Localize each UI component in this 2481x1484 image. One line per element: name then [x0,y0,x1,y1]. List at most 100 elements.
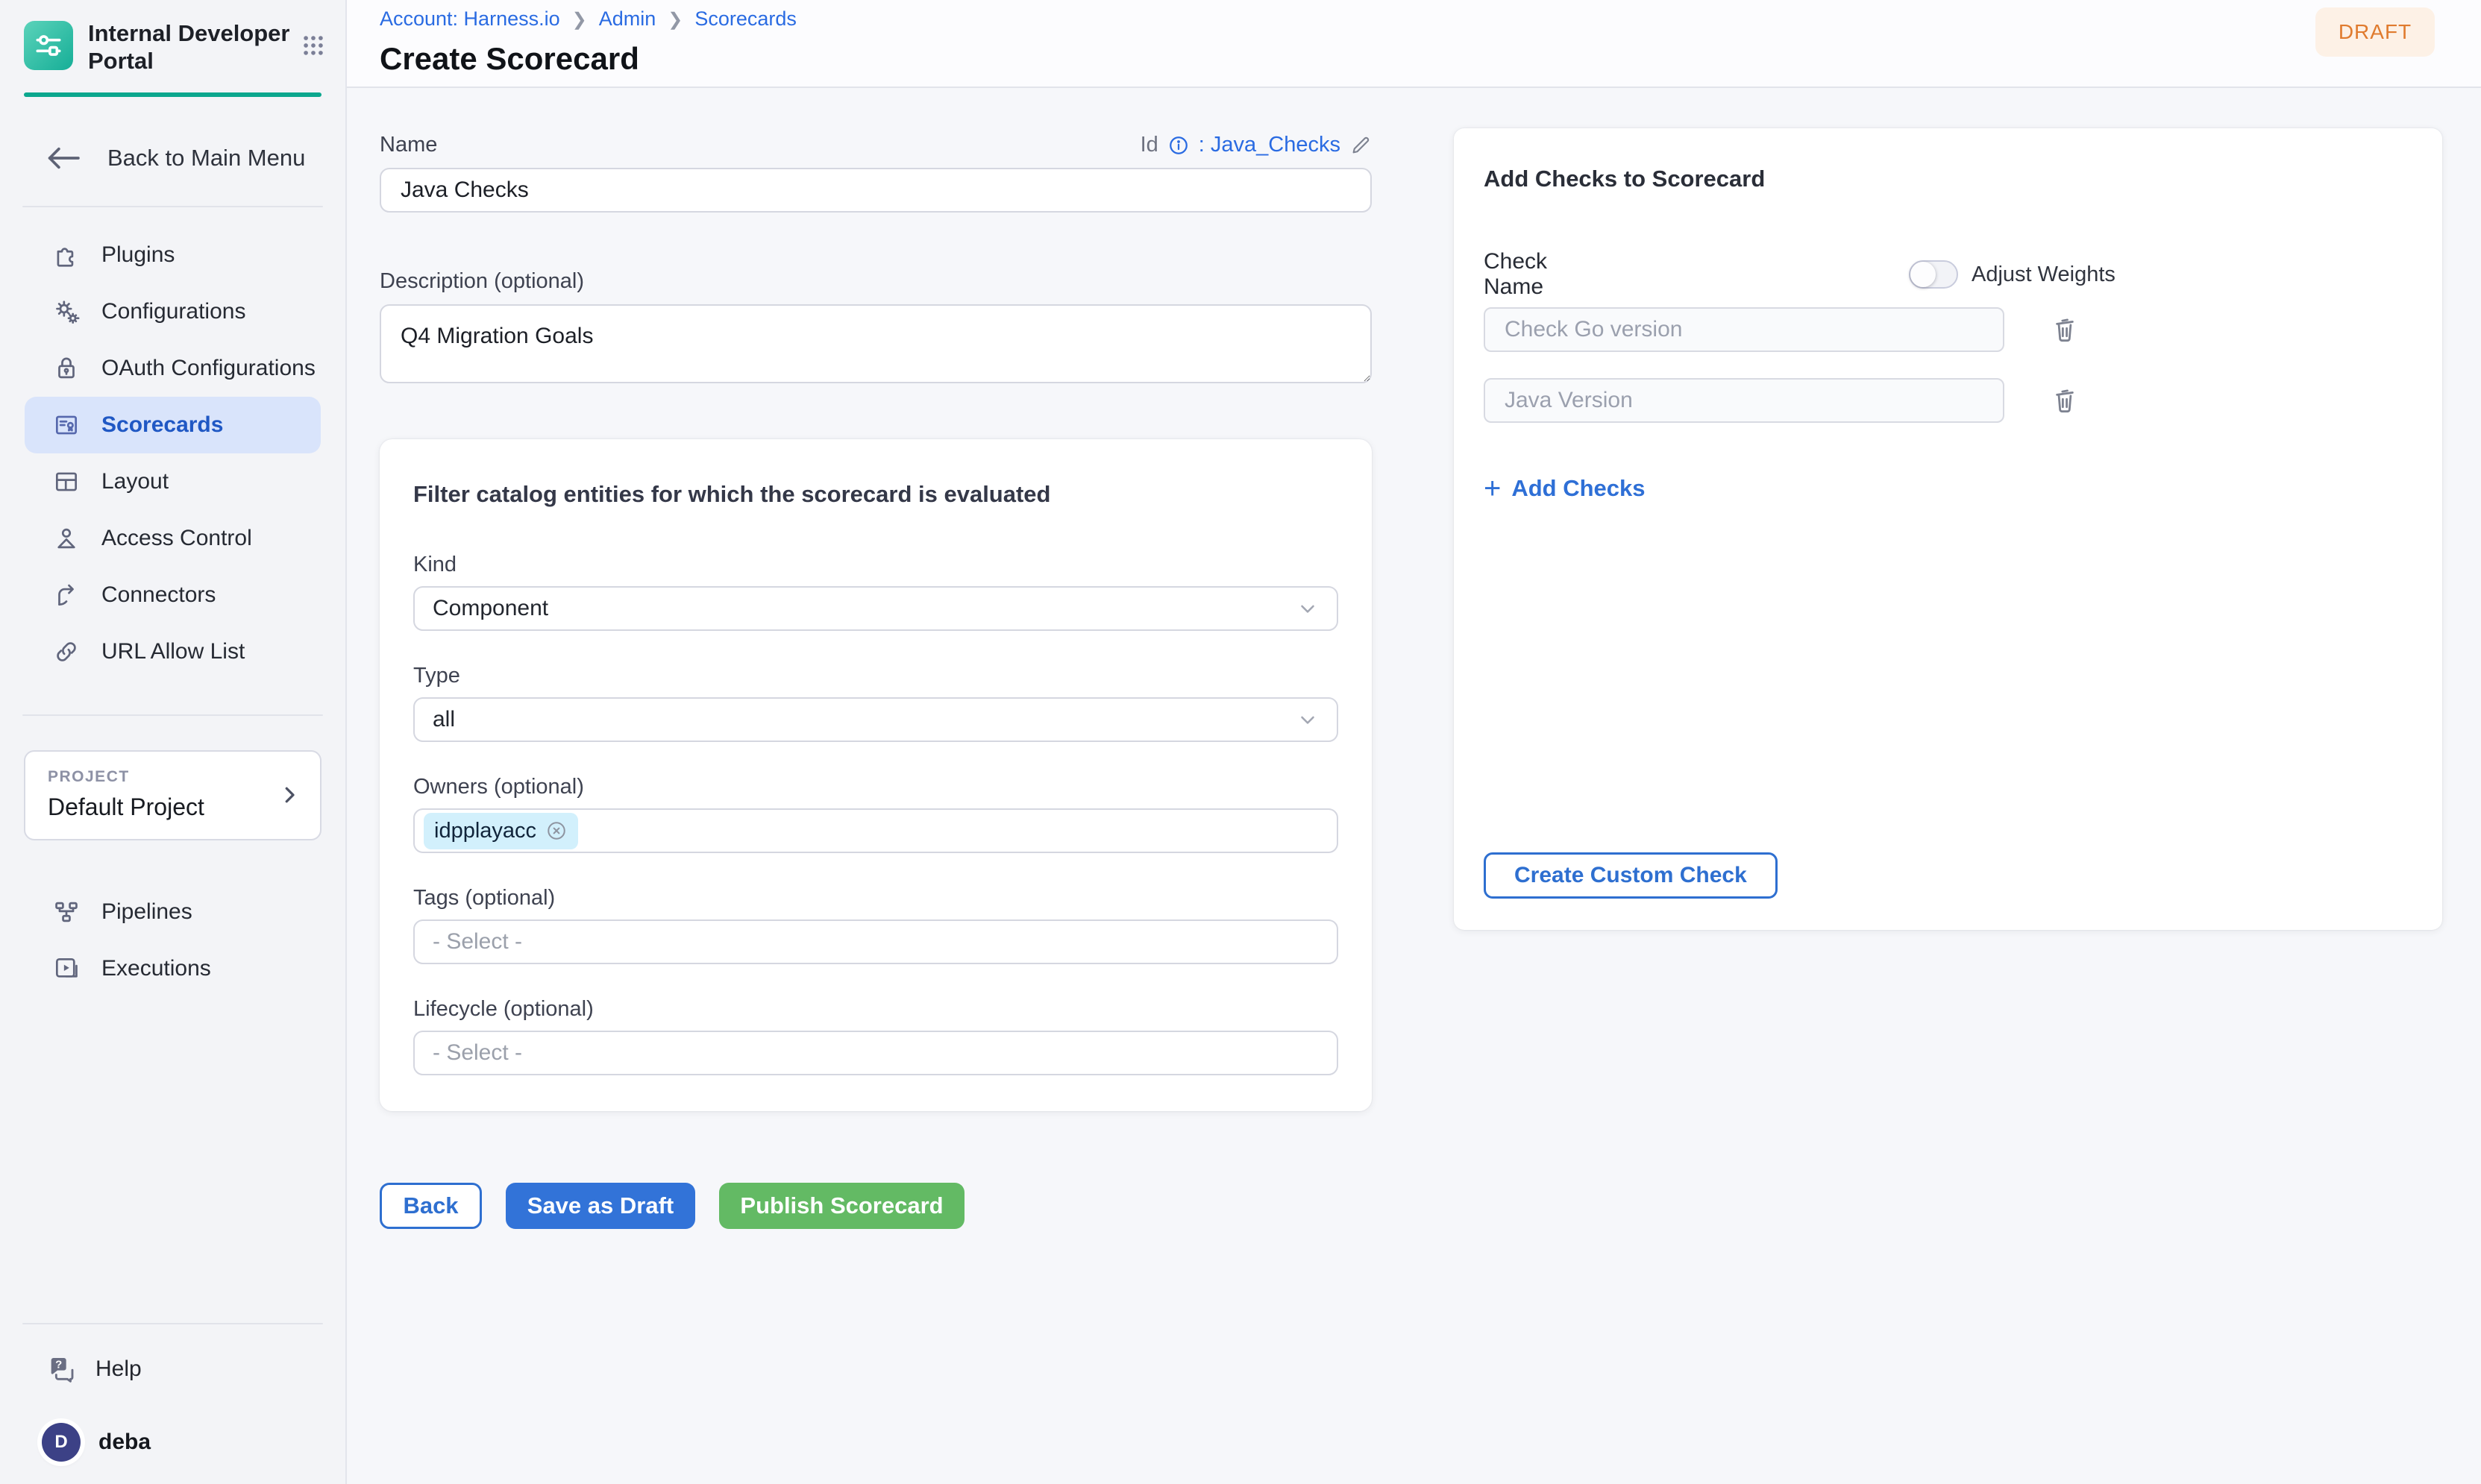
app-switcher-grid-icon[interactable] [301,33,326,58]
sidebar-divider [22,714,323,716]
sidebar-divider [22,206,323,207]
check-name-label: Check Name [1484,249,1610,300]
sidebar-item-label: Executions [101,956,211,981]
owners-label: Owners (optional) [413,775,1338,799]
name-input[interactable] [380,168,1372,213]
sidebar-item-label: Plugins [101,242,175,268]
sidebar-item-layout[interactable]: Layout [25,453,321,510]
help-label: Help [95,1356,142,1382]
breadcrumb-account-link[interactable]: Account: Harness.io [380,7,560,31]
name-label: Name [380,133,437,157]
sidebar-item-label: Connectors [101,582,216,608]
publish-scorecard-button[interactable]: Publish Scorecard [719,1183,965,1229]
sidebar-bottom: ? Help D deba [0,1323,345,1484]
form-actions: Back Save as Draft Publish Scorecard [380,1183,1372,1229]
kind-select[interactable]: Component [413,586,1338,631]
description-textarea[interactable]: Q4 Migration Goals [380,304,1372,383]
sidebar-item-connectors[interactable]: Connectors [25,567,321,623]
owner-chip: idpplayacc [424,813,578,849]
tags-label: Tags (optional) [413,886,1338,911]
logo-row: Internal Developer Portal [0,0,345,75]
owner-chip-text: idpplayacc [434,819,536,843]
back-arrow-icon [46,145,81,171]
page-header: Account: Harness.io ❯ Admin ❯ Scorecards… [347,0,2481,88]
project-selector[interactable]: PROJECT Default Project [24,750,322,840]
create-custom-check-button[interactable]: Create Custom Check [1484,852,1778,899]
delete-check-icon[interactable] [2049,385,2080,416]
type-value: all [433,707,1296,732]
sidebar-item-label: Scorecards [101,412,223,438]
check-row: Check Go version [1484,307,2412,352]
check-select-1[interactable]: Check Go version [1484,307,2004,352]
chevron-down-icon [1296,597,1319,620]
add-checks-panel: Add Checks to Scorecard Check Name Adjus… [1454,128,2442,930]
sidebar-item-scorecards[interactable]: Scorecards [25,397,321,453]
description-label: Description (optional) [380,269,1372,294]
id-value-link[interactable]: : Java_Checks [1199,133,1340,157]
sidebar-item-label: Access Control [101,526,252,551]
add-checks-title: Add Checks to Scorecard [1484,166,2412,192]
adjust-weights-toggle[interactable] [1909,260,1958,289]
check-name-row: Check Name Adjust Weights [1484,249,2412,300]
filter-card: Filter catalog entities for which the sc… [380,439,1372,1111]
main-area: Account: Harness.io ❯ Admin ❯ Scorecards… [347,0,2481,1484]
info-icon[interactable] [1167,134,1190,157]
sidebar-item-label: URL Allow List [101,639,245,664]
execution-icon [51,955,82,983]
breadcrumb: Account: Harness.io ❯ Admin ❯ Scorecards [380,7,2433,31]
project-name: Default Project [48,793,278,821]
add-checks-button[interactable]: + Add Checks [1484,475,1646,502]
toggle-knob [1910,262,1936,287]
connector-icon [51,581,82,609]
check-row: Java Version [1484,378,2412,423]
delete-check-icon[interactable] [2049,314,2080,345]
help-chat-icon: ? [46,1354,76,1384]
back-button[interactable]: Back [380,1183,482,1229]
avatar: D [42,1423,81,1462]
type-label: Type [413,664,1338,688]
edit-pencil-icon[interactable] [1349,134,1372,157]
kind-label: Kind [413,553,1338,577]
back-to-main-menu[interactable]: Back to Main Menu [46,145,345,172]
id-row: Id : Java_Checks [1141,133,1372,157]
user-menu[interactable]: D deba [42,1423,345,1462]
tags-select[interactable]: - Select - [413,919,1338,964]
remove-chip-icon[interactable] [545,820,568,842]
sidebar-item-plugins[interactable]: Plugins [25,227,321,283]
lifecycle-label: Lifecycle (optional) [413,997,1338,1022]
owners-input[interactable]: idpplayacc [413,808,1338,853]
sidebar-item-oauth-configurations[interactable]: OAuth Configurations [25,340,321,397]
sidebar-item-access-control[interactable]: Access Control [25,510,321,567]
add-checks-label: Add Checks [1511,475,1645,502]
check-select-2[interactable]: Java Version [1484,378,2004,423]
lifecycle-placeholder: - Select - [433,1040,1319,1066]
chevron-right-icon: ❯ [668,9,683,31]
breadcrumb-admin-link[interactable]: Admin [599,7,656,31]
breadcrumb-scorecards-link[interactable]: Scorecards [694,7,797,31]
adjust-weights-group: Adjust Weights [1909,260,2115,289]
scorecard-form: Name Id : Java_Checks [380,133,1372,1484]
sidebar-item-label: Pipelines [101,899,192,925]
chevron-right-icon [278,784,301,806]
sidebar-item-url-allow-list[interactable]: URL Allow List [25,623,321,680]
adjust-weights-label: Adjust Weights [1972,262,2115,287]
save-as-draft-button[interactable]: Save as Draft [506,1183,695,1229]
sidebar-item-executions[interactable]: Executions [25,940,321,997]
back-to-main-menu-label: Back to Main Menu [107,145,305,172]
plus-icon: + [1484,477,1501,500]
page-title: Create Scorecard [380,41,2433,77]
scorecard-icon [51,411,82,439]
lock-icon [51,354,82,383]
lifecycle-select[interactable]: - Select - [413,1031,1338,1075]
sidebar-item-label: OAuth Configurations [101,356,316,381]
help-button[interactable]: ? Help [46,1354,345,1384]
svg-text:?: ? [55,1358,62,1371]
sidebar-item-pipelines[interactable]: Pipelines [25,884,321,940]
content: Name Id : Java_Checks [347,88,2481,1484]
type-select[interactable]: all [413,697,1338,742]
sidebar-item-configurations[interactable]: Configurations [25,283,321,340]
chevron-right-icon: ❯ [572,9,587,31]
sidebar-item-label: Layout [101,469,169,494]
link-icon [51,638,82,666]
person-icon [51,524,82,553]
